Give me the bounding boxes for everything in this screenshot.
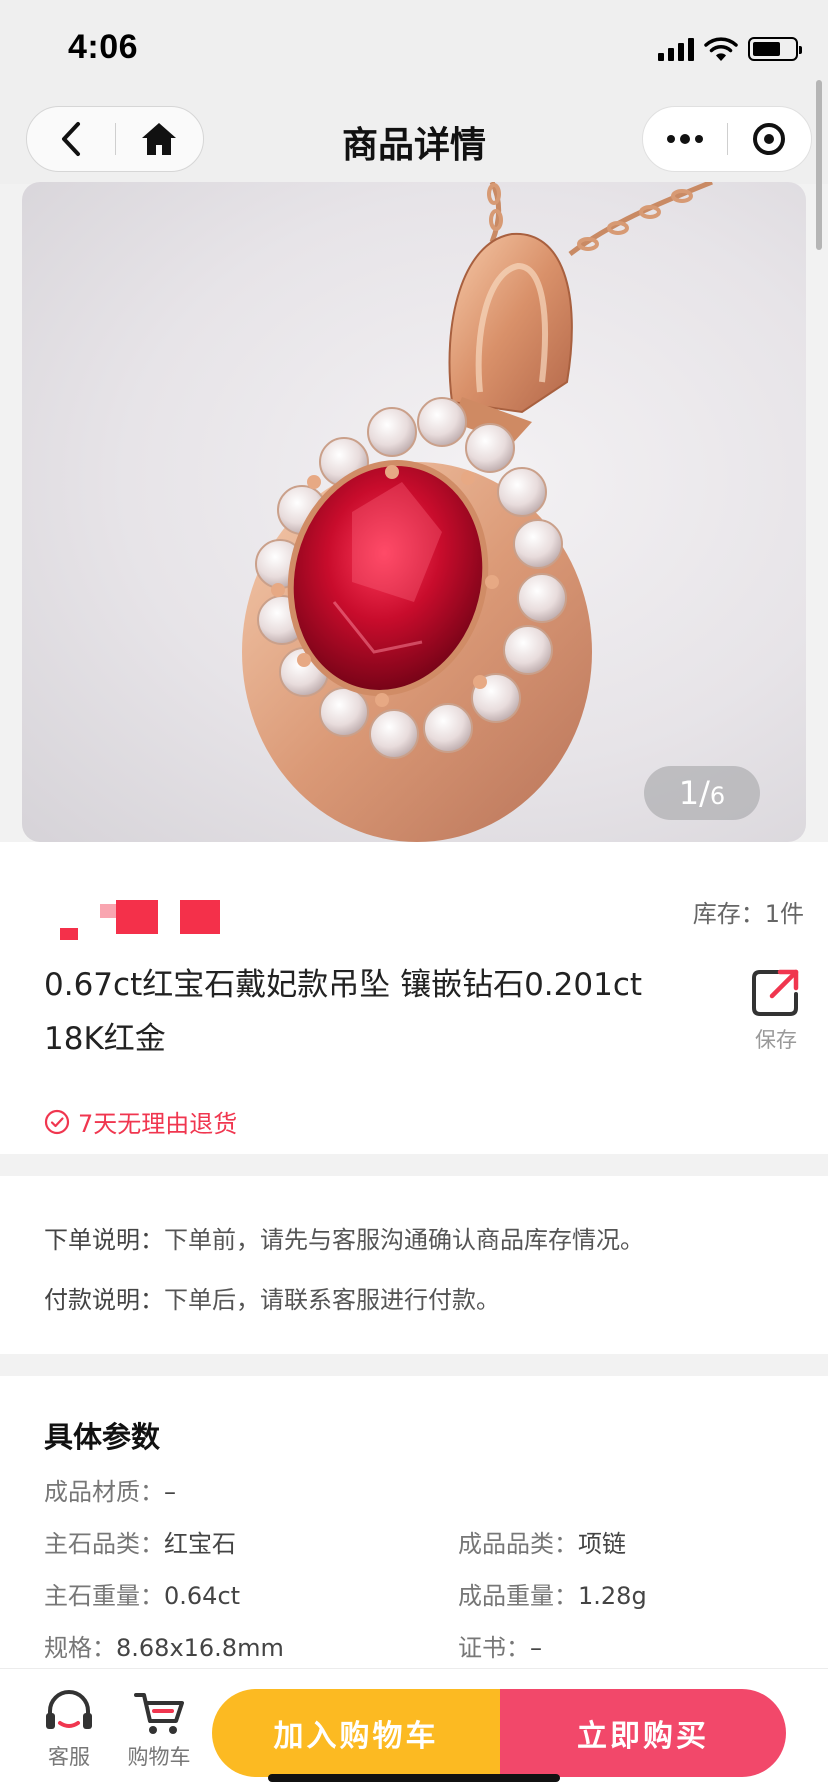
param-key: 证书： [458, 1634, 530, 1662]
payment-note: 付款说明：下单后，请联系客服进行付款。 [44, 1280, 500, 1315]
order-note-value: 下单前，请先与客服沟通确认商品库存情况。 [164, 1226, 644, 1254]
cart-label: 购物车 [127, 1745, 191, 1769]
scrollbar[interactable] [816, 80, 822, 250]
return-policy: 7天无理由退货 [44, 1104, 237, 1139]
param-key: 成品材质： [44, 1478, 164, 1506]
param-value: 0.64ct [164, 1582, 241, 1610]
ruby-pendant-image [242, 182, 713, 842]
check-circle-icon [44, 1109, 70, 1134]
param-key: 成品品类： [458, 1530, 578, 1558]
payment-note-value: 下单后，请联系客服进行付款。 [164, 1286, 500, 1314]
status-time: 4:06 [68, 28, 139, 66]
param-material: 成品材质：– [44, 1472, 176, 1507]
product-title: 0.67ct红宝石戴妃款吊坠 镶嵌钻石0.201ct 18K红金 [44, 967, 643, 1057]
save-button[interactable]: 保存 [746, 968, 806, 1054]
param-size: 规格：8.68x16.8mm [44, 1628, 284, 1663]
cellular-signal-icon [658, 37, 694, 61]
nav-capsule-right [642, 106, 812, 172]
image-counter-current: 1 [678, 774, 700, 812]
close-target-icon [753, 123, 786, 155]
stock-info: 库存：1件 [693, 894, 804, 929]
customer-service-button[interactable]: 客服 [34, 1689, 104, 1771]
return-policy-label: 7天无理由退货 [78, 1110, 238, 1138]
save-label: 保存 [755, 1028, 797, 1052]
param-stone-type: 主石品类：红宝石 [44, 1524, 236, 1559]
param-certificate: 证书：– [458, 1628, 542, 1663]
param-value: 1.28g [578, 1582, 647, 1610]
home-indicator[interactable] [268, 1774, 560, 1782]
shopping-cart-icon [134, 1693, 184, 1734]
status-icons [658, 36, 802, 62]
image-counter: 1 / 6 [644, 766, 760, 820]
order-note: 下单说明：下单前，请先与客服沟通确认商品库存情况。 [44, 1220, 644, 1255]
order-note-key: 下单说明： [44, 1226, 164, 1254]
cart-button[interactable]: 购物车 [124, 1689, 194, 1771]
param-value: 红宝石 [164, 1530, 236, 1558]
image-counter-total: 6 [709, 782, 726, 810]
param-product-type: 成品品类：项链 [458, 1524, 626, 1559]
more-dots-icon [666, 133, 703, 144]
customer-service-label: 客服 [48, 1745, 90, 1769]
param-product-weight: 成品重量：1.28g [458, 1576, 647, 1611]
stock-label: 库存： [692, 900, 765, 928]
specifications-title: 具体参数 [44, 1420, 161, 1454]
param-value: 项链 [578, 1530, 626, 1558]
param-key: 主石重量： [44, 1582, 164, 1610]
param-key: 主石品类： [44, 1530, 164, 1558]
headset-icon [46, 1690, 92, 1729]
product-info-card: 库存：1件 0.67ct红宝石戴妃款吊坠 镶嵌钻石0.201ct 18K红金 保… [0, 842, 828, 1154]
param-key: 成品重量： [458, 1582, 578, 1610]
wifi-icon [704, 37, 738, 61]
param-stone-weight: 主石重量：0.64ct [44, 1576, 240, 1611]
specifications-card: 具体参数 成品材质：– 主石品类：红宝石 成品品类：项链 主石重量：0.64ct… [0, 1376, 828, 1676]
param-value: – [164, 1478, 176, 1506]
buy-now-button[interactable]: 立即购买 [500, 1689, 786, 1777]
order-notes-card: 下单说明：下单前，请先与客服沟通确认商品库存情况。 付款说明：下单后，请联系客服… [0, 1176, 828, 1354]
param-key: 规格： [44, 1634, 116, 1662]
product-image-gallery[interactable]: 1 / 6 [22, 182, 806, 842]
more-menu-button[interactable] [643, 107, 727, 171]
stock-value: 1件 [764, 900, 804, 928]
add-to-cart-button[interactable]: 加入购物车 [212, 1689, 500, 1777]
close-miniprogram-button[interactable] [728, 107, 812, 171]
param-value: 8.68x16.8mm [116, 1634, 284, 1662]
image-counter-separator: / [699, 774, 710, 812]
status-bar: 4:06 [0, 0, 828, 100]
nav-bar: 商品详情 [0, 100, 828, 184]
param-value: – [530, 1634, 542, 1662]
payment-note-key: 付款说明： [44, 1286, 164, 1314]
share-export-icon [752, 969, 799, 1016]
battery-icon [748, 37, 802, 61]
